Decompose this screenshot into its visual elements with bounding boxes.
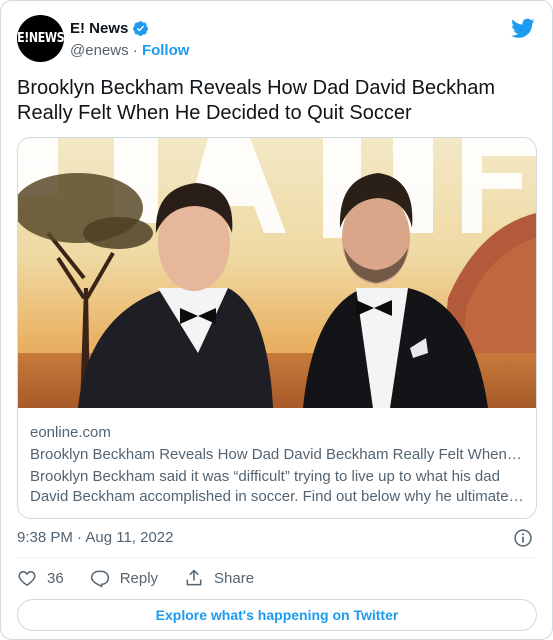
divider <box>17 557 536 558</box>
share-upload-icon <box>186 569 202 586</box>
author-display-name[interactable]: E! News <box>70 20 128 37</box>
tweet-embed-card: E!NEWS E! News @enews · Follow Brooklyn … <box>0 0 553 640</box>
follow-link[interactable]: Follow <box>142 42 190 59</box>
share-button[interactable]: Share <box>184 568 254 588</box>
reply-button[interactable]: Reply <box>90 568 158 588</box>
link-description: Brooklyn Beckham said it was “difficult”… <box>30 467 524 507</box>
author-handle-row: @enews · Follow <box>70 42 189 59</box>
author-handle[interactable]: @enews <box>70 42 129 59</box>
verified-badge-icon <box>133 21 149 36</box>
handle-separator: · <box>132 42 138 59</box>
like-count: 36 <box>47 569 64 587</box>
link-preview-card[interactable]: eonline.com Brooklyn Beckham Reveals How… <box>17 137 537 519</box>
twitter-bird-icon[interactable] <box>511 16 535 40</box>
reply-bubble-icon <box>90 570 109 588</box>
link-title[interactable]: Brooklyn Beckham Reveals How Dad David B… <box>30 445 524 465</box>
like-button[interactable]: 36 <box>17 568 64 588</box>
reply-label: Reply <box>119 569 159 587</box>
tweet-actions: 36 Reply Share <box>17 568 280 588</box>
share-label: Share <box>214 569 255 587</box>
author-name-row: E! News <box>70 20 149 37</box>
tweet-text: Brooklyn Beckham Reveals How Dad David B… <box>17 77 495 124</box>
heart-icon <box>18 570 36 586</box>
link-domain: eonline.com <box>30 424 111 441</box>
author-avatar[interactable]: E!NEWS <box>17 15 64 62</box>
link-preview-image[interactable] <box>18 138 536 408</box>
explore-twitter-button[interactable]: Explore what's happening on Twitter <box>17 599 537 631</box>
tweet-timestamp[interactable]: 9:38 PM · Aug 11, 2022 <box>17 529 174 546</box>
info-icon[interactable] <box>513 528 533 548</box>
link-description-line-1: Brooklyn Beckham said it was “difficult”… <box>30 468 500 485</box>
link-preview-meta: eonline.com Brooklyn Beckham Reveals How… <box>30 423 524 507</box>
link-description-line-2: David Beckham accomplished in soccer. Fi… <box>30 488 524 505</box>
avatar-logo-text: E!NEWS <box>17 31 64 46</box>
